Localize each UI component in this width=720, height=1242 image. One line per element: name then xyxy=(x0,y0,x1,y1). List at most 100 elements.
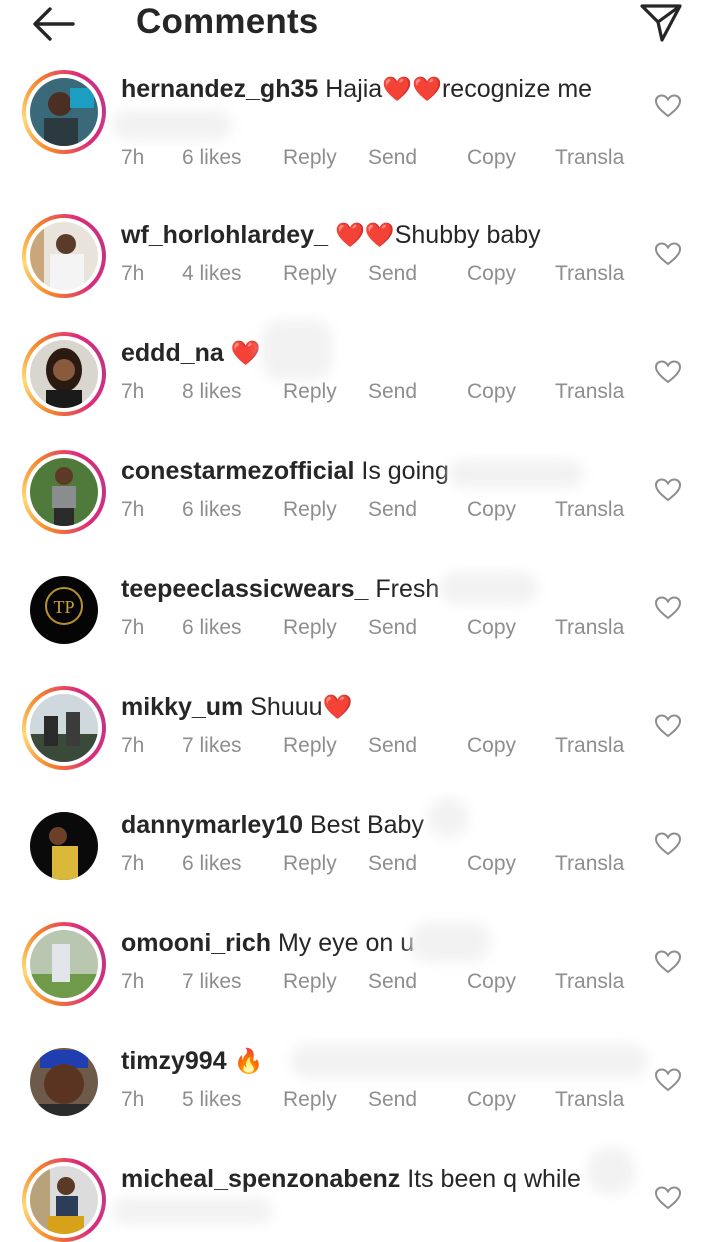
comment-likes[interactable]: 6 likes xyxy=(182,852,242,876)
comment-username[interactable]: omooni_rich xyxy=(121,929,271,957)
send-button[interactable]: Send xyxy=(368,146,417,170)
heart-outline-icon[interactable] xyxy=(655,596,681,620)
avatar[interactable] xyxy=(22,214,106,298)
send-button[interactable]: Send xyxy=(368,1088,417,1112)
comment-item: omooni_rich My eye on u 7h 7 likes Reply… xyxy=(0,922,720,1040)
send-button[interactable]: Send xyxy=(368,262,417,286)
translate-button[interactable]: Transla xyxy=(555,616,624,640)
send-button[interactable]: Send xyxy=(368,380,417,404)
comment-line: omooni_rich My eye on u xyxy=(121,926,630,960)
reply-button[interactable]: Reply xyxy=(283,852,337,876)
copy-button[interactable]: Copy xyxy=(467,146,516,170)
comment-likes[interactable]: 4 likes xyxy=(182,262,242,286)
copy-button[interactable]: Copy xyxy=(467,616,516,640)
translate-button[interactable]: Transla xyxy=(555,734,624,758)
reply-button[interactable]: Reply xyxy=(283,262,337,286)
comment-likes[interactable]: 5 likes xyxy=(182,1088,242,1112)
reply-button[interactable]: Reply xyxy=(283,146,337,170)
arrow-left-icon[interactable] xyxy=(30,4,76,44)
translate-button[interactable]: Transla xyxy=(555,852,624,876)
top-bar: Comments xyxy=(0,0,720,52)
comment-time: 7h xyxy=(121,262,145,285)
redacted-text xyxy=(440,572,538,604)
heart-outline-icon[interactable] xyxy=(655,1068,681,1092)
copy-button[interactable]: Copy xyxy=(467,380,516,404)
comment-username[interactable]: wf_horlohlardey_ xyxy=(121,221,328,249)
avatar[interactable] xyxy=(22,450,106,534)
comment-username[interactable]: teepeeclassicwears_ xyxy=(121,575,368,603)
translate-button[interactable]: Transla xyxy=(555,970,624,994)
comment-username[interactable]: conestarmezofficial xyxy=(121,457,354,485)
avatar[interactable]: TP xyxy=(22,568,106,652)
comment-likes[interactable]: 8 likes xyxy=(182,380,242,404)
send-button[interactable]: Send xyxy=(368,970,417,994)
heart-outline-icon[interactable] xyxy=(655,360,681,384)
comment-likes[interactable]: 7 likes xyxy=(182,734,242,758)
translate-button[interactable]: Transla xyxy=(555,262,624,286)
reply-button[interactable]: Reply xyxy=(283,616,337,640)
redacted-text xyxy=(290,1044,648,1078)
heart-outline-icon[interactable] xyxy=(655,950,681,974)
comment-username[interactable]: mikky_um xyxy=(121,693,243,721)
copy-button[interactable]: Copy xyxy=(467,852,516,876)
heart-outline-icon[interactable] xyxy=(655,94,681,118)
heart-outline-icon[interactable] xyxy=(655,242,681,266)
comment-likes[interactable]: 6 likes xyxy=(182,146,242,170)
comment-line: wf_horlohlardey_ ❤️❤️Shubby baby xyxy=(121,218,630,253)
comment-item: micheal_spenzonabenz Its been q while xyxy=(0,1148,720,1242)
comment-likes[interactable]: 6 likes xyxy=(182,616,242,640)
comment-username[interactable]: hernandez_gh35 xyxy=(121,75,318,103)
avatar[interactable] xyxy=(22,1158,106,1242)
send-button[interactable]: Send xyxy=(368,616,417,640)
comment-line: dannymarley10 Best Baby xyxy=(121,808,630,842)
avatar[interactable] xyxy=(22,1040,106,1124)
avatar[interactable] xyxy=(22,332,106,416)
copy-button[interactable]: Copy xyxy=(467,262,516,286)
translate-button[interactable]: Transla xyxy=(555,1088,624,1112)
avatar[interactable] xyxy=(22,922,106,1006)
reply-button[interactable]: Reply xyxy=(283,970,337,994)
translate-button[interactable]: Transla xyxy=(555,498,624,522)
reply-button[interactable]: Reply xyxy=(283,1088,337,1112)
comment-text: Shuuu xyxy=(250,693,323,721)
comment-username[interactable]: eddd_na xyxy=(121,339,224,367)
comment-username[interactable]: micheal_spenzonabenz xyxy=(121,1165,400,1193)
comment-time: 7h xyxy=(121,380,145,403)
redacted-text xyxy=(588,1148,634,1194)
translate-button[interactable]: Transla xyxy=(555,380,624,404)
translate-button[interactable]: Transla xyxy=(555,146,624,170)
copy-button[interactable]: Copy xyxy=(467,498,516,522)
comment-username[interactable]: timzy994 xyxy=(121,1047,227,1075)
redacted-text xyxy=(112,1198,272,1224)
avatar[interactable] xyxy=(22,686,106,770)
reply-button[interactable]: Reply xyxy=(283,380,337,404)
comment-username[interactable]: dannymarley10 xyxy=(121,811,303,839)
comment-likes[interactable]: 7 likes xyxy=(182,970,242,994)
comment-text: Hajia xyxy=(325,75,383,103)
comment-time: 7h xyxy=(121,852,145,875)
copy-button[interactable]: Copy xyxy=(467,970,516,994)
heart-outline-icon[interactable] xyxy=(655,714,681,738)
comment-line: mikky_um Shuuu❤️ xyxy=(121,690,630,725)
reply-button[interactable]: Reply xyxy=(283,498,337,522)
comment-time: 7h xyxy=(121,616,145,639)
avatar-image xyxy=(30,930,98,998)
comment-item: conestarmezofficial Is going 7h 6 likes … xyxy=(0,450,720,568)
paper-plane-icon[interactable] xyxy=(636,0,684,44)
avatar[interactable] xyxy=(22,804,106,888)
comment-item: wf_horlohlardey_ ❤️❤️Shubby baby 7h 4 li… xyxy=(0,214,720,332)
copy-button[interactable]: Copy xyxy=(467,734,516,758)
heart-outline-icon[interactable] xyxy=(655,478,681,502)
redacted-text xyxy=(262,320,332,380)
reply-button[interactable]: Reply xyxy=(283,734,337,758)
heart-outline-icon[interactable] xyxy=(655,832,681,856)
comment-time: 7h xyxy=(121,1088,145,1111)
heart-outline-icon[interactable] xyxy=(655,1186,681,1210)
comment-likes[interactable]: 6 likes xyxy=(182,498,242,522)
send-button[interactable]: Send xyxy=(368,852,417,876)
avatar[interactable] xyxy=(22,70,106,154)
copy-button[interactable]: Copy xyxy=(467,1088,516,1112)
send-button[interactable]: Send xyxy=(368,734,417,758)
comment-text: My eye on u xyxy=(277,929,415,957)
send-button[interactable]: Send xyxy=(368,498,417,522)
